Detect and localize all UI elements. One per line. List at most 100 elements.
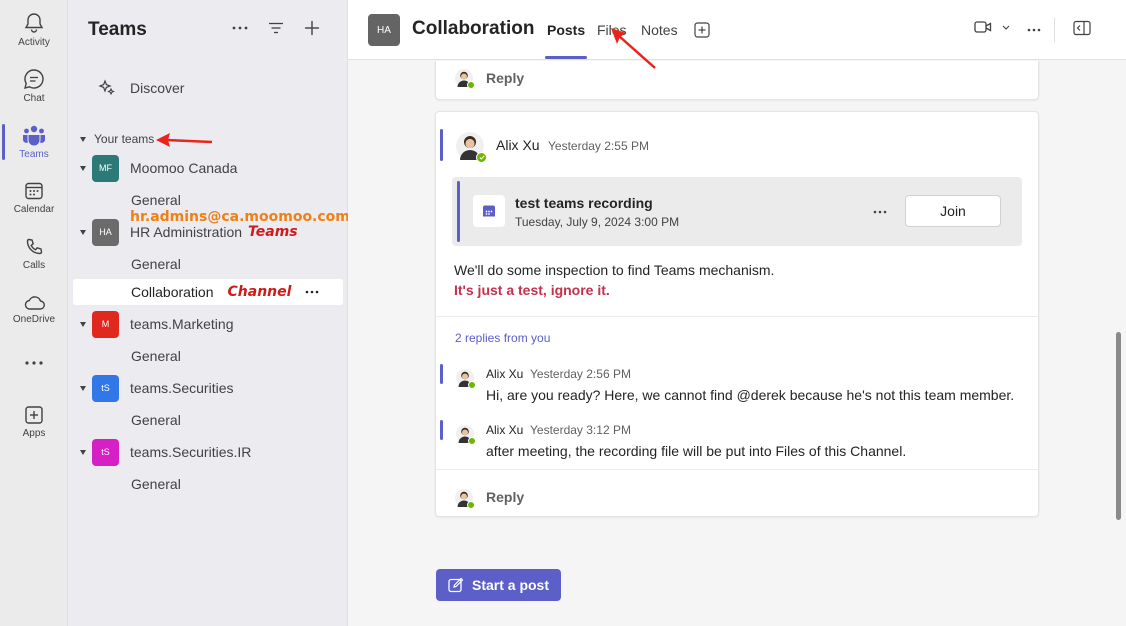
presence-available-icon [476,152,487,163]
meeting-more-button[interactable] [873,201,887,217]
rail-label: Apps [22,428,46,439]
discover-label: Discover [130,80,185,96]
sparkle-icon [98,79,115,96]
create-team-button[interactable] [301,17,323,39]
tab-notes[interactable]: Notes [641,22,678,38]
start-post-button[interactable]: Start a post [436,569,561,601]
chevron-down-icon [80,165,86,171]
annotation-email: hr.admins@ca.moomoo.com [130,209,350,225]
meet-button[interactable] [974,20,1010,34]
more-options-button[interactable] [229,17,251,39]
channel-general[interactable]: General [131,471,181,497]
reply-button[interactable]: Reply [486,70,524,86]
reply-timestamp: Yesterday 3:12 PM [530,423,631,437]
rail-label: Chat [23,93,45,104]
post-author[interactable]: Alix Xu [496,137,540,153]
scrollbar[interactable] [1116,332,1121,520]
channel-title: Collaboration [412,18,535,39]
avatar [456,425,476,445]
ellipsis-icon[interactable] [305,290,319,294]
bell-icon [24,13,44,33]
avatar [455,489,475,509]
reply-body: after meeting, the recording file will b… [486,443,907,459]
presence-available-icon [467,501,475,509]
panel-title: Teams [88,19,147,40]
channel-general[interactable]: General [131,407,181,433]
chevron-down-icon [80,321,86,327]
rail-onedrive[interactable]: OneDrive [0,284,68,336]
chevron-down-icon [80,385,86,391]
team-securities-ir[interactable]: tS teams.Securities.IR [80,438,251,466]
team-name: HR Administration [130,224,243,240]
post-body: We'll do some inspection to find Teams m… [454,262,775,278]
team-avatar: tS [92,438,119,466]
unread-indicator [440,364,443,384]
compose-icon [448,577,464,593]
plus-icon [305,21,319,35]
filter-button[interactable] [265,17,287,39]
your-teams-label: Your teams [94,132,155,146]
rail-teams[interactable]: Teams [0,116,68,168]
tab-files[interactable]: Files [597,22,627,38]
chevron-down-icon [80,229,86,235]
channel-general[interactable]: General [131,343,181,369]
team-name: teams.Securities [130,380,234,396]
team-moomoo-canada[interactable]: MF Moomoo Canada [80,154,237,182]
your-teams-header[interactable]: Your teams [80,132,154,146]
avatar [456,369,476,389]
rail-more[interactable] [0,337,68,389]
reply-author[interactable]: Alix Xu [486,423,523,437]
post-timestamp: Yesterday 2:55 PM [548,139,649,153]
post-card: Alix Xu Yesterday 2:55 PM test teams rec… [435,111,1039,517]
rail-label: Activity [18,37,50,48]
tab-posts[interactable]: Posts [544,22,588,59]
previous-post-card: Reply [435,61,1039,100]
rail-calls[interactable]: Calls [0,228,68,280]
more-icon [25,361,43,365]
rail-label: Calls [22,260,46,271]
divider [436,316,1038,317]
discover-link[interactable]: Discover [98,76,184,100]
replies-link[interactable]: 2 replies from you [455,331,550,345]
divider [436,469,1038,470]
side-panel-icon [1073,20,1091,36]
team-marketing[interactable]: M teams.Marketing [80,310,233,338]
rail-label: Teams [19,149,49,160]
panel-actions [229,17,323,39]
ellipsis-icon [232,26,248,30]
start-post-label: Start a post [471,577,549,593]
open-pane-button[interactable] [1073,20,1091,36]
team-avatar: tS [92,374,119,402]
rail-activity[interactable]: Activity [0,4,68,56]
reply-author[interactable]: Alix Xu [486,367,523,381]
meeting-title: test teams recording [515,195,653,211]
teams-icon [22,125,46,146]
add-tab-icon [694,22,710,38]
team-securities[interactable]: tS teams.Securities [80,374,233,402]
join-button[interactable]: Join [905,195,1001,227]
team-avatar: MF [92,154,119,182]
add-tab-button[interactable] [694,22,710,41]
avatar [456,132,487,163]
rail-calendar[interactable]: Calendar [0,172,68,224]
channel-general[interactable]: General [131,251,181,277]
channel-collaboration[interactable]: Collaboration Channel [73,279,343,305]
channel-avatar: HA [368,14,400,46]
rail-chat[interactable]: Chat [0,60,68,112]
meeting-card[interactable]: test teams recording Tuesday, July 9, 20… [452,177,1022,246]
rail-label: Calendar [13,204,55,215]
phone-icon [26,238,43,255]
header-divider [1054,18,1055,42]
unread-indicator [440,129,443,161]
meeting-time: Tuesday, July 9, 2024 3:00 PM [515,215,680,229]
presence-available-icon [468,381,476,389]
calendar-icon [25,182,43,200]
video-camera-icon [974,21,992,33]
app-rail: Activity Chat Teams Calendar Calls OneDr… [0,0,68,626]
presence-available-icon [467,81,475,89]
header-more-button[interactable] [1027,28,1041,32]
post-body-emphasis: It's just a test, ignore it. [454,282,610,298]
reply-button[interactable]: Reply [486,489,524,505]
rail-apps[interactable]: Apps [0,396,68,448]
ellipsis-icon [873,210,887,214]
